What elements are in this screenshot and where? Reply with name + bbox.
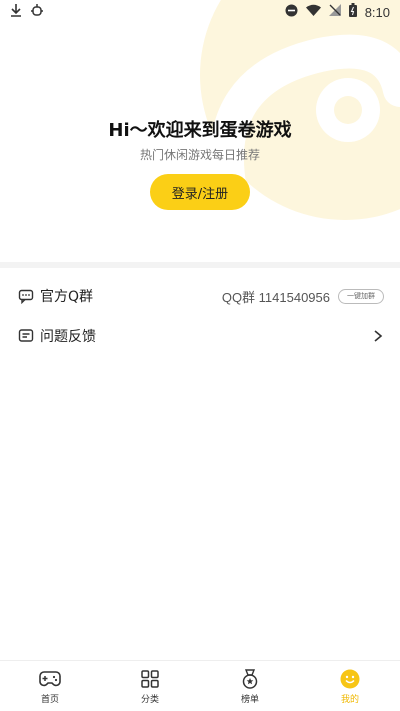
section-divider <box>0 262 400 268</box>
join-group-button[interactable]: 一键加群 <box>338 288 384 304</box>
qq-group-number: QQ群 1141540956 <box>221 289 330 305</box>
feedback-label: 问题反馈 <box>40 329 96 345</box>
welcome-subtitle: 热门休闲游戏每日推荐 <box>139 148 260 162</box>
tab-mine-label: 我的 <box>340 694 359 705</box>
chat-bubble-icon <box>18 288 34 304</box>
bug-icon <box>30 3 44 21</box>
hero-section: Hi～欢迎来到蛋卷游戏 热门休闲游戏每日推荐 登录/注册 <box>0 24 400 262</box>
bottom-tab-bar: 首页 分类 榜单 我的 <box>0 660 400 711</box>
medal-icon <box>239 668 261 690</box>
status-bar: 8:10 <box>0 0 400 24</box>
tab-category[interactable]: 分类 <box>100 668 200 705</box>
feedback-row[interactable]: 问题反馈 <box>0 315 400 357</box>
tab-ranking-label: 榜单 <box>240 694 259 705</box>
official-group-label: 官方Q群 <box>40 289 94 305</box>
login-register-button[interactable]: 登录/注册 <box>150 174 250 210</box>
download-icon <box>10 3 22 21</box>
chevron-right-icon <box>374 330 383 342</box>
grid-icon <box>139 668 161 690</box>
tab-home-label: 首页 <box>40 694 59 705</box>
tab-ranking[interactable]: 榜单 <box>200 668 300 705</box>
gamepad-icon <box>39 668 61 690</box>
feedback-icon <box>18 328 34 344</box>
official-qq-group-row[interactable]: 官方Q群 QQ群 1141540956 一键加群 <box>0 275 400 317</box>
battery-icon <box>348 3 357 21</box>
do-not-disturb-icon <box>285 4 298 21</box>
smile-icon <box>339 668 361 690</box>
signal-off-icon <box>328 4 341 20</box>
clock-time: 8:10 <box>364 4 390 20</box>
tab-mine[interactable]: 我的 <box>300 668 400 705</box>
tab-category-label: 分类 <box>140 694 159 705</box>
welcome-title: Hi～欢迎来到蛋卷游戏 <box>108 120 292 141</box>
wifi-icon <box>305 4 321 20</box>
tab-home[interactable]: 首页 <box>0 668 100 705</box>
